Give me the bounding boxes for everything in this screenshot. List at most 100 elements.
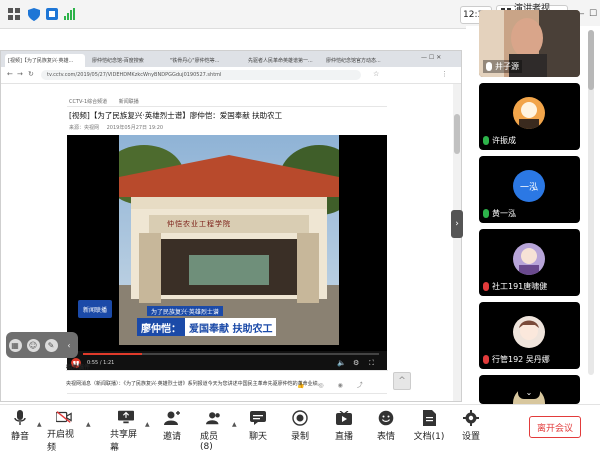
article-headline: [视频]【为了民族复兴·英雄烈士谱】廖仲恺：爱国奉献 扶助农工 bbox=[69, 111, 283, 120]
menu-icon[interactable]: ⋮ bbox=[441, 70, 448, 78]
leave-meeting-button[interactable]: 离开会议 bbox=[529, 416, 581, 438]
members-button[interactable]: 成员(8) bbox=[200, 410, 228, 452]
cast-icon[interactable] bbox=[44, 6, 60, 22]
related-paragraph: 央视网消息（新闻联播）：《为了民族复兴·英雄烈士谱》系列报道今天为您讲述中国民主… bbox=[66, 381, 323, 387]
emoji-icon bbox=[378, 410, 394, 426]
article-source: 来源：央视网 bbox=[69, 125, 100, 131]
mic-icon bbox=[12, 410, 28, 426]
participant-name: 行管192 吴丹娜 bbox=[492, 355, 550, 364]
participant-name: 黄一泓 bbox=[492, 209, 516, 218]
video-options-caret[interactable]: ▲ bbox=[86, 421, 91, 428]
url-field[interactable]: tv.cctv.com/2019/05/27/VIDEHDMKzkcWnyBND… bbox=[41, 70, 361, 80]
settings-label: 设置 bbox=[461, 432, 480, 442]
share-screen-icon bbox=[118, 410, 134, 424]
participant-avatar bbox=[513, 243, 545, 275]
participant-label: 许振成 bbox=[483, 135, 516, 146]
breadcrumb-channel[interactable]: CCTV-1综合频道 bbox=[69, 99, 107, 105]
meeting-toolbar: 静音 ▲ 开启视频 ▲ 共享屏幕 ▲ 邀请 成员(8) ▲ 聊天 录制 直播 表… bbox=[0, 404, 600, 453]
browser-tab[interactable]: 廖仲恺纪念馆-百度搜索 bbox=[89, 54, 165, 67]
fullscreen-icon[interactable]: ⛶ bbox=[369, 359, 374, 368]
chat-button[interactable]: 聊天 bbox=[244, 410, 272, 446]
mute-label: 静音 bbox=[10, 432, 29, 442]
video-toggle-button[interactable]: 开启视频 bbox=[47, 410, 81, 453]
participant-label: 行管192 吴丹娜 bbox=[483, 354, 550, 365]
video-progress-fill bbox=[83, 353, 143, 355]
participant-initials-avatar: 一泓 bbox=[513, 170, 545, 202]
browser-tab[interactable]: "铁骨丹心"廖仲恺等... bbox=[167, 54, 243, 67]
browser-tab[interactable]: 廖仲恺纪念馆官方动态... bbox=[323, 54, 399, 67]
participant-label: 黄一泓 bbox=[483, 208, 516, 219]
video-caption: 廖仲恺： 爱国奉献 扶助农工 bbox=[137, 318, 277, 336]
apps-icon[interactable]: ▦ bbox=[8, 338, 22, 352]
signal-icon bbox=[62, 6, 78, 22]
participant-tile[interactable]: 井子源 bbox=[479, 10, 580, 77]
mic-icon bbox=[483, 136, 489, 145]
participant-tile[interactable]: 一泓 黄一泓 bbox=[479, 156, 580, 223]
participant-tile[interactable]: 许振成 bbox=[479, 83, 580, 150]
news-logo: 新闻联播 bbox=[78, 300, 112, 318]
participant-name: 井子源 bbox=[495, 62, 519, 71]
participant-name: 许振成 bbox=[492, 136, 516, 145]
scroll-more-participants-icon[interactable]: ⌄ bbox=[518, 386, 540, 399]
share-label: 共享屏幕 bbox=[110, 430, 138, 453]
browser-tab-active[interactable]: [视频]【为了民族复兴·英雄... bbox=[5, 54, 85, 67]
invite-button[interactable]: 邀请 bbox=[160, 410, 184, 446]
window-controls[interactable]: — ☐ ✕ bbox=[421, 54, 441, 61]
chat-label: 聊天 bbox=[248, 432, 267, 442]
star-icon[interactable]: ☆ bbox=[373, 70, 379, 78]
participant-avatar bbox=[513, 316, 545, 348]
gear-icon bbox=[463, 410, 479, 426]
mute-options-caret[interactable]: ▲ bbox=[37, 421, 42, 428]
tile-grid-icon[interactable] bbox=[6, 6, 22, 22]
participant-tile[interactable]: 社工191唐啸健 bbox=[479, 229, 580, 296]
panel-collapse-handle[interactable]: › bbox=[451, 210, 463, 238]
members-options-caret[interactable]: ▲ bbox=[232, 421, 237, 428]
mute-button[interactable]: 静音 bbox=[7, 410, 33, 446]
invite-label: 邀请 bbox=[162, 432, 181, 442]
maximize-icon[interactable]: ☐ bbox=[588, 9, 598, 19]
video-player[interactable]: 仲恺农业工程学院 新闻联播 为了民族复兴·英雄烈士谱 廖仲恺： 爱国奉献 扶助农… bbox=[67, 135, 387, 371]
pen-icon[interactable]: ✎ bbox=[44, 338, 58, 352]
share-screen-button[interactable]: 共享屏幕 bbox=[110, 410, 142, 453]
divider bbox=[66, 370, 388, 371]
video-caption-name: 廖仲恺： bbox=[137, 318, 185, 336]
shield-icon[interactable] bbox=[26, 6, 42, 22]
settings-icon[interactable]: ⚙ bbox=[353, 359, 359, 367]
reactions-label: 表情 bbox=[376, 432, 395, 442]
breadcrumb: CCTV-1综合频道 新闻联播 bbox=[69, 98, 139, 105]
participant-tile[interactable]: 行管192 吴丹娜 bbox=[479, 302, 580, 369]
mic-icon bbox=[486, 62, 492, 71]
scroll-to-top-button[interactable]: ^ bbox=[393, 372, 411, 390]
forward-icon[interactable]: → bbox=[17, 70, 23, 78]
page-scrollbar-thumb[interactable] bbox=[454, 114, 460, 154]
video-caption-main: 爱国奉献 扶助农工 bbox=[185, 318, 277, 336]
reactions-button[interactable]: 表情 bbox=[372, 410, 400, 446]
live-button[interactable]: 直播 bbox=[330, 410, 358, 446]
participant-name: 社工191唐啸健 bbox=[492, 282, 548, 291]
reload-icon[interactable]: ↻ bbox=[28, 70, 34, 78]
video-progress-bar[interactable] bbox=[83, 353, 379, 355]
divider bbox=[67, 106, 387, 107]
participants-scrollbar[interactable] bbox=[588, 30, 594, 375]
gate-inscription: 仲恺农业工程学院 bbox=[167, 220, 231, 228]
page-scrollbar[interactable] bbox=[453, 84, 461, 401]
breadcrumb-program[interactable]: 新闻联播 bbox=[119, 99, 139, 105]
settings-button[interactable]: 设置 bbox=[457, 410, 485, 446]
back-icon[interactable]: ← bbox=[7, 70, 13, 78]
volume-icon[interactable]: 🔈 bbox=[337, 359, 346, 367]
collapse-left-icon[interactable]: ‹ bbox=[63, 339, 76, 352]
mic-muted-icon bbox=[483, 355, 489, 364]
video-controls: ▮▮ 0:55 / 1:21 🔈 ⚙ ⛶ bbox=[67, 351, 387, 371]
emoji-icon[interactable]: ☺ bbox=[26, 338, 40, 352]
live-label: 直播 bbox=[334, 432, 353, 442]
live-icon bbox=[336, 410, 352, 426]
floating-annotation-toolbar: ▦ ☺ ✎ ‹ bbox=[6, 332, 78, 358]
chat-icon bbox=[250, 410, 266, 426]
video-off-icon bbox=[56, 410, 72, 424]
video-time: 0:55 / 1:21 bbox=[87, 360, 115, 366]
share-options-caret[interactable]: ▲ bbox=[145, 421, 150, 428]
documents-button[interactable]: 文档(1) bbox=[412, 410, 446, 446]
record-button[interactable]: 录制 bbox=[286, 410, 314, 446]
participants-scrollbar-thumb[interactable] bbox=[588, 30, 594, 90]
browser-tab[interactable]: 先驱者人民革命英雄谱第一... bbox=[245, 54, 321, 67]
